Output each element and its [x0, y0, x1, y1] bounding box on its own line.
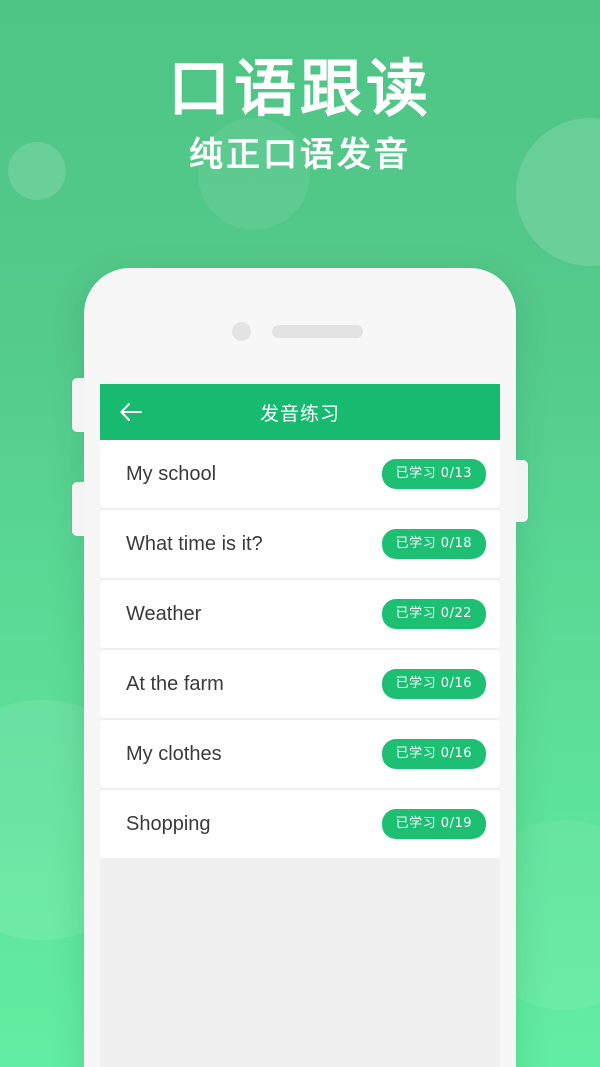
status-badge: 已学习 0/16 [381, 739, 486, 769]
status-badge: 已学习 0/16 [381, 669, 486, 699]
promo-screenshot: 口语跟读 纯正口语发音 发音练习 My school 已学习 0/13 What… [0, 0, 600, 1067]
volume-down-button[interactable] [72, 482, 85, 536]
page-title: 发音练习 [259, 402, 340, 425]
back-arrow-icon[interactable] [114, 395, 148, 429]
promo-title: 口语跟读 [167, 52, 432, 125]
phone-mockup: 发音练习 My school 已学习 0/13 What time is it?… [72, 268, 528, 1067]
app-bar: 发音练习 [100, 384, 500, 440]
status-badge: 已学习 0/13 [381, 459, 486, 489]
status-badge: 已学习 0/22 [381, 599, 486, 629]
lesson-title: Weather [126, 602, 202, 625]
list-empty-area [100, 860, 500, 1067]
list-item[interactable]: Weather 已学习 0/22 [100, 580, 500, 648]
lesson-title: Shopping [126, 812, 211, 835]
phone-screen: 发音练习 My school 已学习 0/13 What time is it?… [100, 384, 500, 1067]
lesson-title: My clothes [126, 742, 222, 765]
speaker-grille-icon [272, 325, 363, 338]
camera-dot-icon [232, 322, 251, 341]
phone-top-bezel [84, 268, 516, 392]
status-badge: 已学习 0/19 [381, 809, 486, 839]
lesson-list: My school 已学习 0/13 What time is it? 已学习 … [100, 440, 500, 1067]
list-item[interactable]: What time is it? 已学习 0/18 [100, 510, 500, 578]
status-badge: 已学习 0/18 [381, 529, 486, 559]
lesson-title: What time is it? [126, 532, 263, 555]
lesson-title: At the farm [126, 672, 224, 695]
promo-subtitle: 纯正口语发音 [189, 135, 411, 175]
list-item[interactable]: My clothes 已学习 0/16 [100, 720, 500, 788]
lesson-title: My school [126, 462, 217, 485]
promo-headline: 口语跟读 纯正口语发音 [0, 52, 600, 176]
list-item[interactable]: At the farm 已学习 0/16 [100, 650, 500, 718]
power-button[interactable] [515, 460, 528, 522]
list-item[interactable]: My school 已学习 0/13 [100, 440, 500, 508]
list-item[interactable]: Shopping 已学习 0/19 [100, 790, 500, 858]
